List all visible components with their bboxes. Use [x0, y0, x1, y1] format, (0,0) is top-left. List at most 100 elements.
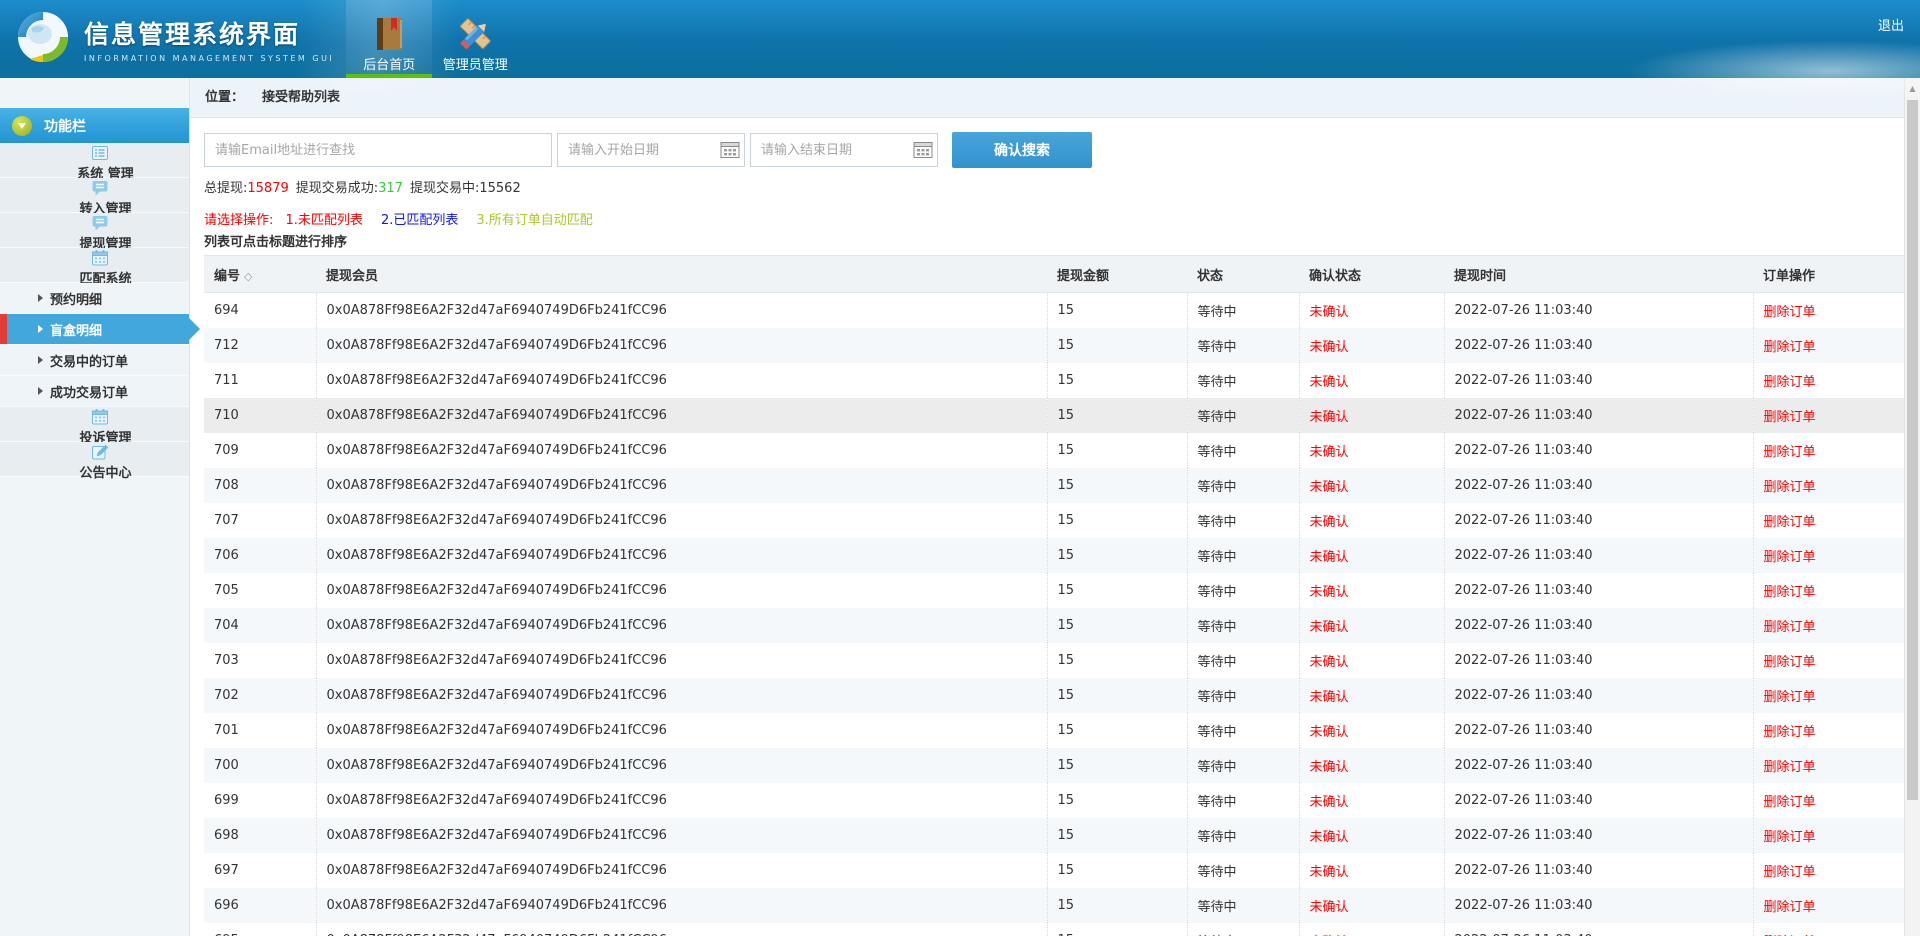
end-date-input[interactable]	[750, 133, 938, 167]
delete-order-link[interactable]: 删除订单	[1753, 748, 1904, 783]
table-row: 7030x0A878Ff98E6A2F32d47aF6940749D6Fb241…	[204, 643, 1904, 678]
confirm-status-link[interactable]: 未确认	[1299, 783, 1444, 818]
confirm-status-link[interactable]: 未确认	[1299, 538, 1444, 573]
confirm-status-link[interactable]: 未确认	[1299, 853, 1444, 888]
sidebar-item-match-system[interactable]: 匹配系统	[0, 248, 189, 283]
op-link-auto-match-all[interactable]: 3.所有订单自动匹配	[476, 213, 592, 228]
confirm-status-link[interactable]: 未确认	[1299, 433, 1444, 468]
delete-order-link[interactable]: 删除订单	[1753, 328, 1904, 363]
confirm-status-link[interactable]: 未确认	[1299, 503, 1444, 538]
withdraw-time: 2022-07-26 11:03:40	[1444, 888, 1753, 923]
delete-order-link[interactable]: 删除订单	[1753, 503, 1904, 538]
app-title: 信息管理系统界面	[84, 15, 334, 51]
delete-order-link[interactable]: 删除订单	[1753, 573, 1904, 608]
delete-order-link[interactable]: 删除订单	[1753, 818, 1904, 853]
sidebar-item-notice[interactable]: 公告中心	[0, 442, 189, 477]
column-header-3[interactable]: 状态	[1187, 256, 1299, 293]
column-header-6[interactable]: 订单操作	[1753, 256, 1904, 293]
order-id: 704	[204, 608, 316, 643]
scrollbar-thumb[interactable]	[1907, 100, 1918, 800]
confirm-status-link[interactable]: 未确认	[1299, 468, 1444, 503]
withdraw-amount: 15	[1047, 713, 1187, 748]
order-id: 699	[204, 783, 316, 818]
delete-order-link[interactable]: 删除订单	[1753, 888, 1904, 923]
sidebar-item-blindbox-detail[interactable]: 盲盒明细	[0, 314, 189, 345]
sidebar-item-reserve-detail[interactable]: 预约明细	[0, 283, 189, 314]
column-header-0[interactable]: 编号◇	[204, 256, 316, 293]
column-header-2[interactable]: 提现金额	[1047, 256, 1187, 293]
confirm-status-link[interactable]: 未确认	[1299, 398, 1444, 433]
delete-order-link[interactable]: 删除订单	[1753, 398, 1904, 433]
confirm-status-link[interactable]: 未确认	[1299, 713, 1444, 748]
calendar-icon[interactable]	[720, 141, 740, 159]
withdraw-amount: 15	[1047, 748, 1187, 783]
list-icon	[90, 143, 110, 163]
delete-order-link[interactable]: 删除订单	[1753, 363, 1904, 398]
logout-button[interactable]: 退出	[1878, 15, 1904, 34]
tab-admin[interactable]: 管理员管理	[432, 0, 518, 78]
delete-order-link[interactable]: 删除订单	[1753, 678, 1904, 713]
confirm-status-link[interactable]: 未确认	[1299, 748, 1444, 783]
column-header-5[interactable]: 提现时间	[1444, 256, 1753, 293]
confirm-status-link[interactable]: 未确认	[1299, 818, 1444, 853]
vertical-scrollbar[interactable]: ▲	[1904, 78, 1920, 936]
confirm-status-link[interactable]: 未确认	[1299, 923, 1444, 936]
confirm-status-link[interactable]: 未确认	[1299, 293, 1444, 328]
delete-order-link[interactable]: 删除订单	[1753, 713, 1904, 748]
withdraw-amount: 15	[1047, 363, 1187, 398]
table-row: 7060x0A878Ff98E6A2F32d47aF6940749D6Fb241…	[204, 538, 1904, 573]
op-link-matched-list[interactable]: 2.已匹配列表	[381, 213, 458, 228]
member-address: 0x0A878Ff98E6A2F32d47aF6940749D6Fb241fCC…	[316, 643, 1047, 678]
order-status: 等待中	[1187, 923, 1299, 936]
table-row: 6990x0A878Ff98E6A2F32d47aF6940749D6Fb241…	[204, 783, 1904, 818]
chat-icon	[90, 178, 110, 198]
table-row: 6980x0A878Ff98E6A2F32d47aF6940749D6Fb241…	[204, 818, 1904, 853]
delete-order-link[interactable]: 删除订单	[1753, 608, 1904, 643]
sidebar-item-system[interactable]: 系统 管理	[0, 143, 189, 178]
delete-order-link[interactable]: 删除订单	[1753, 433, 1904, 468]
withdraw-time: 2022-07-26 11:03:40	[1444, 678, 1753, 713]
tab-home[interactable]: 后台首页	[346, 0, 432, 78]
member-address: 0x0A878Ff98E6A2F32d47aF6940749D6Fb241fCC…	[316, 398, 1047, 433]
sidebar-item-withdraw[interactable]: 提现管理	[0, 213, 189, 248]
app-title-block: 信息管理系统界面 INFORMATION MANAGEMENT SYSTEM G…	[84, 15, 334, 63]
member-address: 0x0A878Ff98E6A2F32d47aF6940749D6Fb241fCC…	[316, 468, 1047, 503]
sidebar-item-trading-orders[interactable]: 交易中的订单	[0, 345, 189, 376]
column-header-1[interactable]: 提现会员	[316, 256, 1047, 293]
sidebar-item-success-orders[interactable]: 成功交易订单	[0, 376, 189, 407]
calendar-icon[interactable]	[913, 141, 933, 159]
sidebar-item-label: 盲盒明细	[50, 320, 102, 339]
delete-order-link[interactable]: 删除订单	[1753, 923, 1904, 936]
delete-order-link[interactable]: 删除订单	[1753, 853, 1904, 888]
delete-order-link[interactable]: 删除订单	[1753, 538, 1904, 573]
order-id: 694	[204, 293, 316, 328]
sidebar-item-complaint[interactable]: 投诉管理	[0, 407, 189, 442]
delete-order-link[interactable]: 删除订单	[1753, 293, 1904, 328]
confirm-status-link[interactable]: 未确认	[1299, 573, 1444, 608]
delete-order-link[interactable]: 删除订单	[1753, 783, 1904, 818]
operations-prompt: 请选择操作:	[204, 213, 273, 228]
sidebar-title-bar[interactable]: 功能栏	[0, 108, 189, 143]
start-date-input[interactable]	[557, 133, 745, 167]
confirm-search-button[interactable]: 确认搜索	[952, 132, 1092, 168]
confirm-status-link[interactable]: 未确认	[1299, 643, 1444, 678]
delete-order-link[interactable]: 删除订单	[1753, 643, 1904, 678]
withdraw-time: 2022-07-26 11:03:40	[1444, 608, 1753, 643]
main-content: 位置：接受帮助列表	[190, 78, 1904, 936]
scroll-up-icon[interactable]: ▲	[1905, 78, 1920, 98]
sidebar-item-transfer-in[interactable]: 转入管理	[0, 178, 189, 213]
op-link-unmatched-list[interactable]: 1.未匹配列表	[286, 213, 363, 228]
triangle-right-icon	[38, 387, 43, 395]
confirm-status-link[interactable]: 未确认	[1299, 363, 1444, 398]
confirm-status-link[interactable]: 未确认	[1299, 328, 1444, 363]
confirm-status-link[interactable]: 未确认	[1299, 678, 1444, 713]
delete-order-link[interactable]: 删除订单	[1753, 468, 1904, 503]
confirm-status-link[interactable]: 未确认	[1299, 888, 1444, 923]
confirm-status-link[interactable]: 未确认	[1299, 608, 1444, 643]
search-row: 确认搜索	[204, 132, 1890, 168]
email-search-input[interactable]	[204, 133, 552, 167]
table-row: 7080x0A878Ff98E6A2F32d47aF6940749D6Fb241…	[204, 468, 1904, 503]
member-address: 0x0A878Ff98E6A2F32d47aF6940749D6Fb241fCC…	[316, 433, 1047, 468]
column-header-4[interactable]: 确认状态	[1299, 256, 1444, 293]
order-id: 703	[204, 643, 316, 678]
